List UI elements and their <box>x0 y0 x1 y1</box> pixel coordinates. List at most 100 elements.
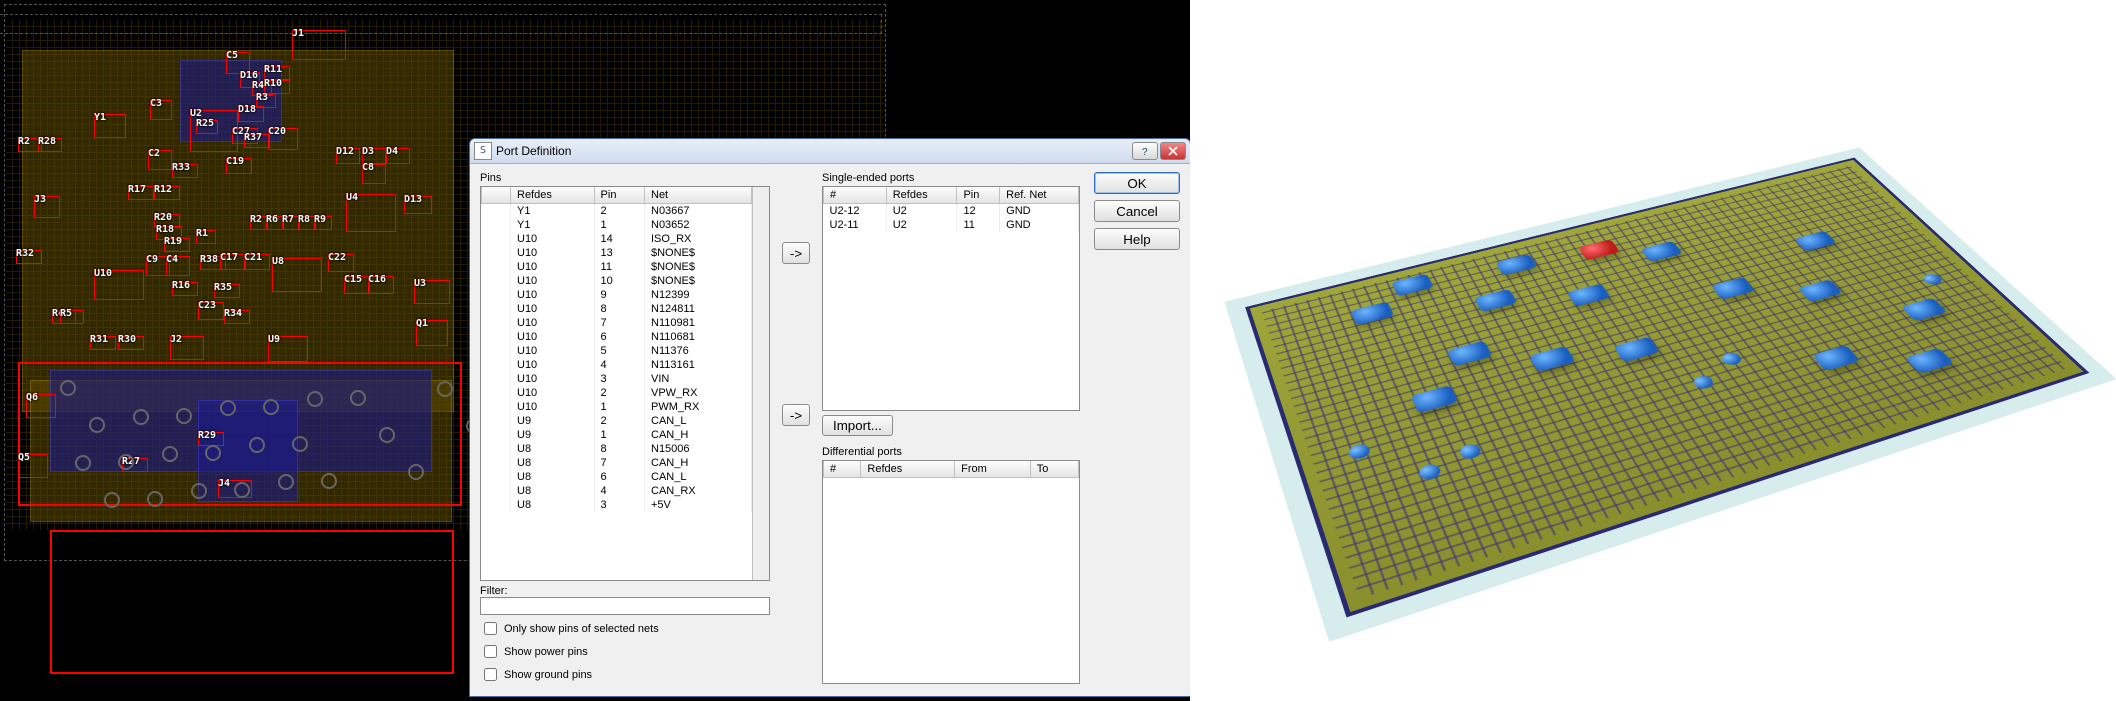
s-col-refnet[interactable]: Ref. Net <box>1000 187 1079 204</box>
app-icon: S <box>474 142 492 160</box>
table-row[interactable]: U87CAN_H <box>482 456 752 470</box>
d-col-hash[interactable]: # <box>824 461 861 478</box>
s-col-refdes[interactable]: Refdes <box>886 187 957 204</box>
cb-ground-pins[interactable]: Show ground pins <box>480 665 770 684</box>
refdes-label: C8 <box>362 162 374 173</box>
refdes-label: R6 <box>266 214 278 225</box>
help-icon-button[interactable]: ? <box>1132 142 1158 160</box>
table-row[interactable]: U92CAN_L <box>482 414 752 428</box>
import-button[interactable]: Import... <box>822 415 893 436</box>
table-row[interactable]: U1013$NONE$ <box>482 246 752 260</box>
pcb-board-3d <box>1245 158 2089 618</box>
table-row[interactable]: Y11N03652 <box>482 218 752 232</box>
refdes-label: R1 <box>196 228 208 239</box>
table-row[interactable]: Y12N03667 <box>482 204 752 219</box>
close-button[interactable] <box>1160 142 1186 160</box>
table-row[interactable]: U106N110681 <box>482 330 752 344</box>
refdes-label: R31 <box>90 334 108 345</box>
refdes-label: R34 <box>224 308 242 319</box>
move-to-diff[interactable]: -> <box>782 404 810 426</box>
help-button[interactable]: Help <box>1094 228 1180 250</box>
filter-input[interactable] <box>480 597 770 615</box>
via <box>307 391 323 407</box>
table-row[interactable]: U1010$NONE$ <box>482 274 752 288</box>
col-net[interactable]: Net <box>645 187 752 204</box>
dialog-titlebar[interactable]: S Port Definition ? <box>470 139 1190 164</box>
d-col-from[interactable]: From <box>955 461 1031 478</box>
refdes-label: R28 <box>38 136 56 147</box>
refdes-label: R16 <box>172 280 190 291</box>
refdes-label: R2 <box>250 214 262 225</box>
table-row[interactable]: U105N11376 <box>482 344 752 358</box>
move-to-single[interactable]: -> <box>782 242 810 264</box>
via <box>176 408 192 424</box>
via <box>292 436 308 452</box>
via <box>249 437 265 453</box>
refdes-label: C15 <box>344 274 362 285</box>
refdes-label: C23 <box>198 300 216 311</box>
table-row[interactable]: U88N15006 <box>482 442 752 456</box>
s-col-hash[interactable]: # <box>824 187 887 204</box>
cb-power-pins[interactable]: Show power pins <box>480 642 770 661</box>
via <box>104 492 120 508</box>
s-col-pin[interactable]: Pin <box>957 187 1000 204</box>
refdes-label: D18 <box>238 104 256 115</box>
table-row[interactable]: U103VIN <box>482 372 752 386</box>
refdes-label: R5 <box>60 308 72 319</box>
table-row[interactable]: U107N110981 <box>482 316 752 330</box>
table-row[interactable]: U109N12399 <box>482 288 752 302</box>
refdes-label: Q5 <box>18 452 30 463</box>
refdes-label: J2 <box>170 334 182 345</box>
pins-grid[interactable]: Refdes Pin Net Y12N03667Y11N03652U1014IS… <box>480 186 770 581</box>
table-row[interactable]: U1011$NONE$ <box>482 260 752 274</box>
single-grid[interactable]: # Refdes Pin Ref. Net U2-12U212GNDU2-11U… <box>822 186 1080 411</box>
refdes-label: Y1 <box>94 112 106 123</box>
via <box>89 417 105 433</box>
d-col-to[interactable]: To <box>1030 461 1078 478</box>
pcb-traces-3d <box>1261 166 2068 599</box>
diff-grid[interactable]: # Refdes From To <box>822 460 1080 685</box>
table-row[interactable]: U2-11U211GND <box>824 218 1079 232</box>
via <box>350 390 366 406</box>
via <box>234 482 250 498</box>
col-pin[interactable]: Pin <box>594 187 644 204</box>
table-row[interactable]: U1014ISO_RX <box>482 232 752 246</box>
via <box>60 380 76 396</box>
via <box>278 474 294 490</box>
via <box>133 409 149 425</box>
refdes-label: J4 <box>218 478 230 489</box>
refdes-label: Q6 <box>26 392 38 403</box>
cancel-button[interactable]: Cancel <box>1094 200 1180 222</box>
ok-button[interactable]: OK <box>1094 172 1180 194</box>
refdes-label: R17 <box>128 184 146 195</box>
refdes-label: R38 <box>200 254 218 265</box>
table-row[interactable]: U91CAN_H <box>482 428 752 442</box>
table-row[interactable]: U86CAN_L <box>482 470 752 484</box>
pcb-3d-view[interactable] <box>1190 0 2116 701</box>
via <box>191 483 207 499</box>
refdes-label: C3 <box>150 98 162 109</box>
via <box>321 473 337 489</box>
refdes-label: U3 <box>414 278 426 289</box>
rownum-header[interactable] <box>482 187 511 204</box>
table-row[interactable]: U2-12U212GND <box>824 204 1079 219</box>
via <box>408 464 424 480</box>
d-col-refdes[interactable]: Refdes <box>861 461 955 478</box>
table-row[interactable]: U102VPW_RX <box>482 386 752 400</box>
single-label: Single-ended ports <box>822 172 1080 184</box>
refdes-label: R20 <box>154 212 172 223</box>
table-row[interactable]: U108N124811 <box>482 302 752 316</box>
pins-scrollbar[interactable] <box>752 187 769 580</box>
refdes-label: C4 <box>166 254 178 265</box>
table-row[interactable]: U83+5V <box>482 498 752 512</box>
table-row[interactable]: U84CAN_RX <box>482 484 752 498</box>
refdes-label: C2 <box>148 148 160 159</box>
refdes-label: C5 <box>226 50 238 61</box>
refdes-label: J1 <box>292 28 304 39</box>
refdes-label: C22 <box>328 252 346 263</box>
refdes-label: U4 <box>346 192 358 203</box>
cb-selected-nets[interactable]: Only show pins of selected nets <box>480 619 770 638</box>
table-row[interactable]: U104N113161 <box>482 358 752 372</box>
col-refdes[interactable]: Refdes <box>511 187 595 204</box>
table-row[interactable]: U101PWM_RX <box>482 400 752 414</box>
